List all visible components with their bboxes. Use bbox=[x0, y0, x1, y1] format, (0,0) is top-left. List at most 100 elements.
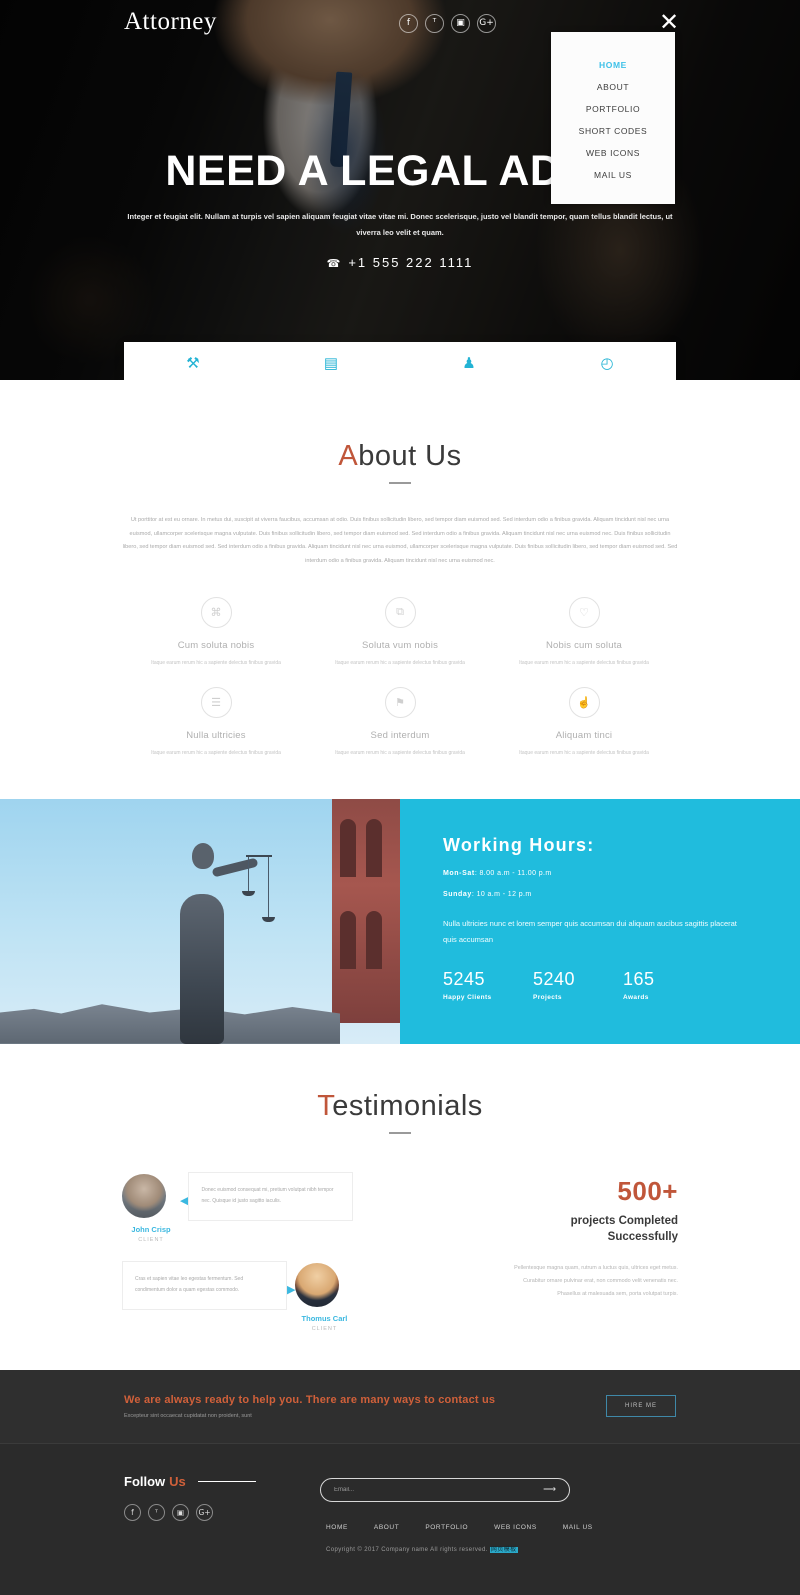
hours-sunday-label: Sunday bbox=[443, 890, 472, 898]
testimonial-author: Thomus Carl CLIENT bbox=[295, 1261, 353, 1332]
instagram-icon[interactable]: ▣ bbox=[172, 1503, 189, 1521]
feature-strip: ⚒ Customized Solution ▤ Minimal Cost ♟ P… bbox=[124, 342, 676, 380]
clock-icon: ◴ bbox=[600, 355, 614, 372]
about-feature-grid: ⌘ Cum soluta nobis Itaque earum rerum hi… bbox=[124, 596, 676, 777]
cell-text: Itaque earum rerum hic a sapiente delect… bbox=[335, 659, 465, 666]
cell-title: Aliquam tinci bbox=[555, 729, 613, 741]
avatar bbox=[295, 1262, 340, 1307]
cta-subtext: Excepteur sint occaecat cupidatat non pr… bbox=[124, 1412, 252, 1419]
about-title: About Us bbox=[0, 440, 800, 473]
feature-minimal-cost[interactable]: ▤ Minimal Cost bbox=[262, 342, 400, 380]
email-input[interactable] bbox=[334, 1486, 544, 1493]
footer-nav-home[interactable]: HOME bbox=[326, 1524, 348, 1531]
hours-mon-sat-value: : 8.00 a.m - 11.00 p.m bbox=[474, 869, 552, 877]
money-icon: ▤ bbox=[323, 355, 339, 372]
footer-right-block: ⟶ HOME ABOUT PORTFOLIO WEB ICONS MAIL US… bbox=[320, 1474, 680, 1553]
feature-professional-team[interactable]: ♟ Professional Team bbox=[400, 342, 538, 380]
copyright-text: Copyright © 2017 Company name All rights… bbox=[326, 1546, 488, 1553]
footer-nav-about[interactable]: ABOUT bbox=[374, 1524, 399, 1531]
cell-title: Nobis cum soluta bbox=[545, 639, 623, 651]
footer-nav-mail-us[interactable]: MAIL US bbox=[563, 1524, 593, 1531]
top-bar bbox=[0, 0, 800, 46]
about-section: About Us Ut porttitor at est eu ornare. … bbox=[0, 380, 800, 777]
nav-item-short-codes[interactable]: SHORT CODES bbox=[551, 120, 675, 142]
scales-pan bbox=[242, 890, 255, 896]
testimonial-author: John Crisp CLIENT bbox=[122, 1172, 180, 1243]
stat-label: Awards bbox=[623, 994, 649, 1002]
about-title-rest: bout Us bbox=[358, 440, 462, 472]
feature-quick-results[interactable]: ◴ Quick Results bbox=[538, 342, 676, 380]
follow-rule bbox=[197, 1480, 256, 1482]
hero-section: Attorney f ᵀ ▣ G+ ✕ HOME ABOUT PORTFOLIO… bbox=[0, 0, 800, 380]
nav-item-portfolio[interactable]: PORTFOLIO bbox=[551, 98, 675, 120]
testimonial-quote: Cras et sapien vitae leo egestas ferment… bbox=[122, 1260, 287, 1310]
facebook-icon[interactable]: f bbox=[124, 1503, 141, 1521]
nav-item-web-icons[interactable]: WEB ICONS bbox=[551, 142, 675, 164]
testimonial-quote: Donec euismod consequat mi, pretium volu… bbox=[188, 1171, 354, 1221]
about-cell-nulla-ultricies[interactable]: ☰ Nulla ultricies Itaque earum rerum hic… bbox=[124, 686, 308, 759]
hours-sunday-value: : 10 a.m - 12 p.m bbox=[471, 890, 532, 898]
scales-string bbox=[268, 856, 269, 917]
google-plus-icon[interactable]: G+ bbox=[196, 1503, 213, 1521]
phone-icon: ☎ bbox=[326, 257, 343, 270]
lady-justice-statue bbox=[150, 829, 275, 1044]
about-body-text: Ut porttitor at est eu ornare. In metus … bbox=[122, 517, 678, 565]
feature-customized-solution[interactable]: ⚒ Customized Solution bbox=[124, 342, 262, 380]
nav-item-mail-us[interactable]: MAIL US bbox=[551, 164, 675, 186]
landing-page: Attorney f ᵀ ▣ G+ ✕ HOME ABOUT PORTFOLIO… bbox=[0, 0, 800, 1595]
nav-item-home[interactable]: HOME bbox=[551, 54, 675, 76]
stats-row: 5245 Happy Clients 5240 Projects 165 Awa… bbox=[443, 969, 713, 1001]
thumbs-up-icon: ☝ bbox=[568, 686, 600, 718]
stat-label: Projects bbox=[533, 994, 562, 1002]
cell-text: Itaque earum rerum hic a sapiente delect… bbox=[519, 749, 649, 756]
hire-me-button[interactable]: HIRE ME bbox=[606, 1395, 676, 1418]
about-cell-sed-interdum[interactable]: ⚑ Sed interdum Itaque earum rerum hic a … bbox=[308, 686, 492, 759]
avatar bbox=[122, 1173, 166, 1218]
copy-icon: ⧉ bbox=[384, 596, 416, 628]
working-hours-paragraph: Nulla ultricies nunc et lorem semper qui… bbox=[443, 918, 737, 944]
copyright-highlight[interactable]: 网页模板 bbox=[489, 1546, 518, 1553]
submit-arrow-icon[interactable]: ⟶ bbox=[543, 1485, 556, 1494]
copyright: Copyright © 2017 Company name All rights… bbox=[320, 1544, 680, 1553]
about-cell-aliquam-tinci[interactable]: ☝ Aliquam tinci Itaque earum rerum hic a… bbox=[492, 686, 676, 759]
twitter-icon[interactable]: ᵀ bbox=[148, 1503, 165, 1521]
cell-text: Itaque earum rerum hic a sapiente delect… bbox=[335, 749, 465, 756]
cell-text: Itaque earum rerum hic a sapiente delect… bbox=[151, 749, 281, 756]
title-underline bbox=[389, 482, 411, 484]
statue-head bbox=[192, 842, 214, 869]
statue-body bbox=[180, 893, 224, 1044]
projects-count: 500+ bbox=[617, 1175, 678, 1206]
statue-arm bbox=[211, 857, 259, 878]
about-cell-nobis-cum-soluta[interactable]: ♡ Nobis cum soluta Itaque earum rerum hi… bbox=[492, 596, 676, 669]
follow-us-heading: Follow Us bbox=[124, 1474, 320, 1489]
about-cell-soluta-vum-nobis[interactable]: ⧉ Soluta vum nobis Itaque earum rerum hi… bbox=[308, 596, 492, 669]
stat-happy-clients: 5245 Happy Clients bbox=[443, 969, 533, 1001]
footer-nav-portfolio[interactable]: PORTFOLIO bbox=[425, 1524, 468, 1531]
caret-left-icon: ◀ bbox=[180, 1194, 189, 1207]
nav-item-about[interactable]: ABOUT bbox=[551, 76, 675, 98]
about-title-initial: A bbox=[338, 440, 359, 472]
stamp-icon: ⌘ bbox=[200, 596, 232, 628]
scales-pan bbox=[262, 916, 275, 922]
hours-sunday: Sunday: 10 a.m - 12 p.m bbox=[443, 891, 800, 898]
testimonials-title: Testimonials bbox=[0, 1090, 800, 1123]
testimonial-role: CLIENT bbox=[311, 1325, 338, 1332]
projects-completed-block: 500+ projects Completed Successfully Pel… bbox=[508, 1176, 678, 1301]
about-cell-cum-soluta-nobis[interactable]: ⌘ Cum soluta nobis Itaque earum rerum hi… bbox=[124, 596, 308, 669]
projects-count-label: projects Completed Successfully bbox=[570, 1214, 678, 1244]
gavel-icon: ⚒ bbox=[186, 355, 200, 372]
testimonials-title-initial: T bbox=[317, 1089, 333, 1122]
cta-heading: We are always ready to help you. There a… bbox=[124, 1393, 496, 1406]
footer-nav-web-icons[interactable]: WEB ICONS bbox=[494, 1524, 537, 1531]
working-hours-section: Working Hours: Mon-Sat: 8.00 a.m - 11.00… bbox=[0, 798, 800, 1044]
cell-title: Cum soluta nobis bbox=[177, 639, 255, 651]
newsletter-form: ⟶ bbox=[320, 1477, 570, 1502]
testimonial-name[interactable]: John Crisp bbox=[122, 1225, 180, 1234]
caret-right-icon: ▶ bbox=[287, 1283, 296, 1296]
follow-word: Follow bbox=[124, 1473, 166, 1489]
hero-content: NEED A LEGAL ADVIC Integer et feugiat el… bbox=[0, 150, 800, 270]
list-icon: ☰ bbox=[200, 686, 232, 718]
hero-phone[interactable]: ☎ +1 555 222 1111 bbox=[0, 255, 800, 270]
testimonial-name[interactable]: Thomus Carl bbox=[295, 1314, 353, 1323]
stat-projects: 5240 Projects bbox=[533, 969, 623, 1001]
